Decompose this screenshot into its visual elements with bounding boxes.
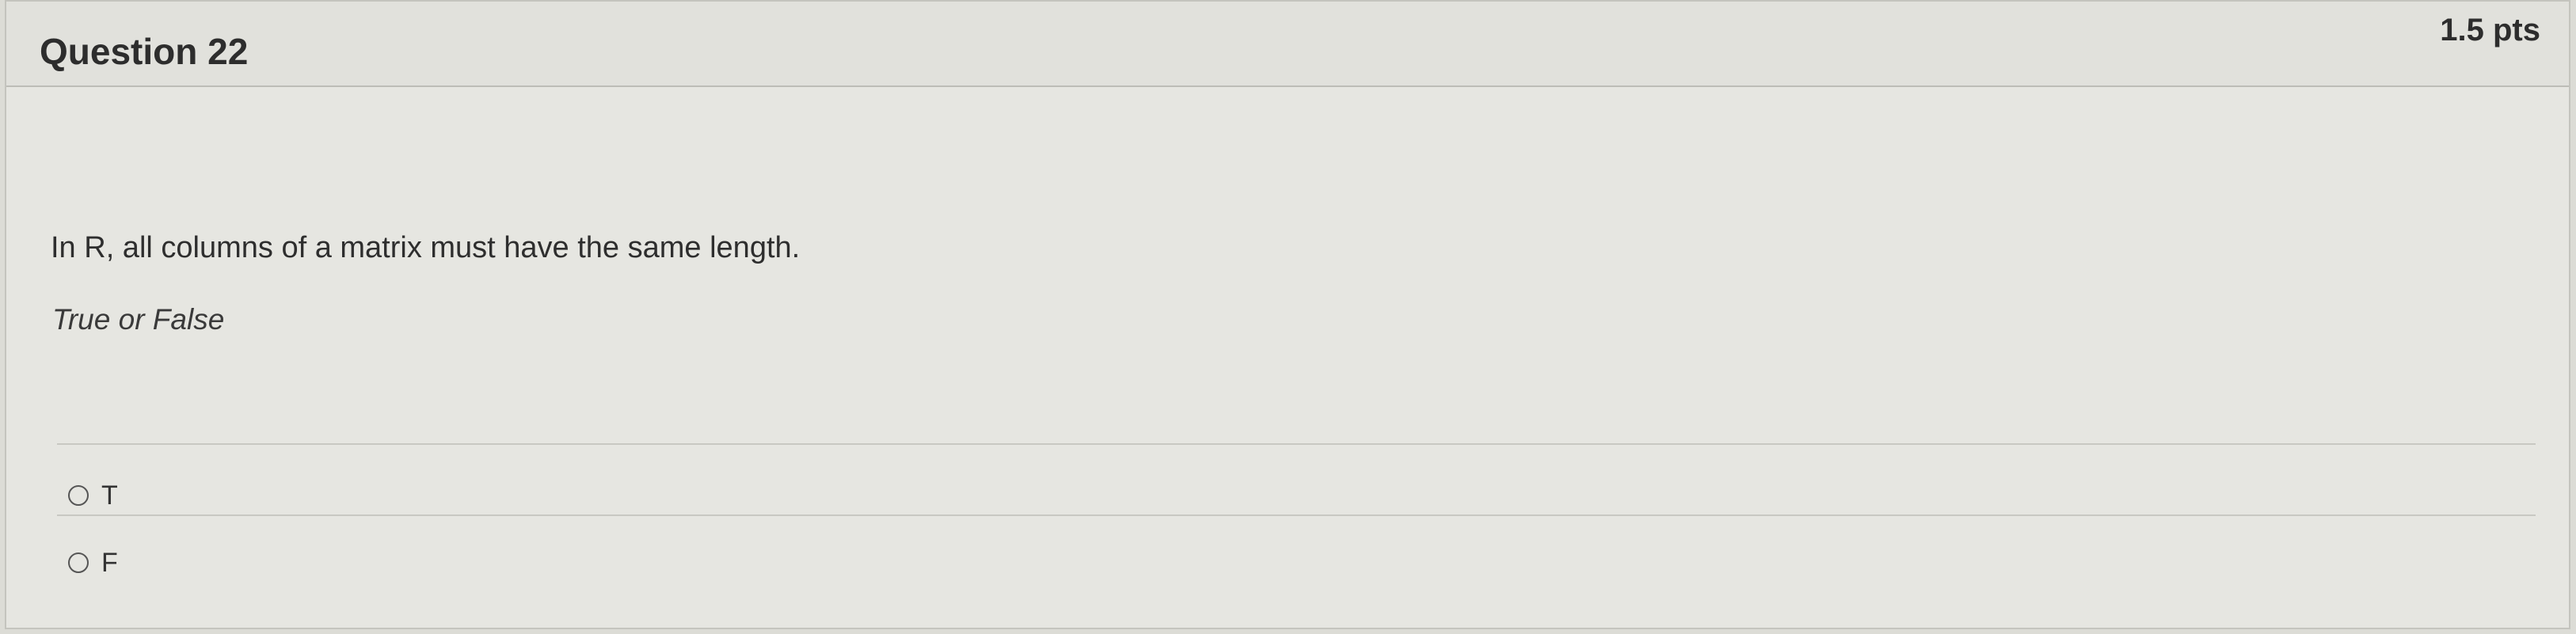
radio-button-icon[interactable]: [68, 485, 89, 506]
question-hint: True or False: [52, 303, 225, 336]
answer-divider: [57, 514, 2536, 516]
question-title: Question 22: [40, 31, 249, 72]
question-header: Question 22 1.5 pts: [6, 2, 2569, 87]
answer-divider-top: [57, 443, 2536, 445]
answer-option-f[interactable]: F: [68, 539, 118, 587]
question-text: In R, all columns of a matrix must have …: [51, 231, 801, 264]
answer-label: F: [101, 547, 118, 578]
answer-label: T: [101, 480, 118, 511]
question-card: Question 22 1.5 pts In R, all columns of…: [5, 0, 2570, 629]
radio-button-icon[interactable]: [68, 552, 89, 573]
question-points: 1.5 pts: [2440, 13, 2540, 47]
answer-option-t[interactable]: T: [68, 472, 118, 519]
